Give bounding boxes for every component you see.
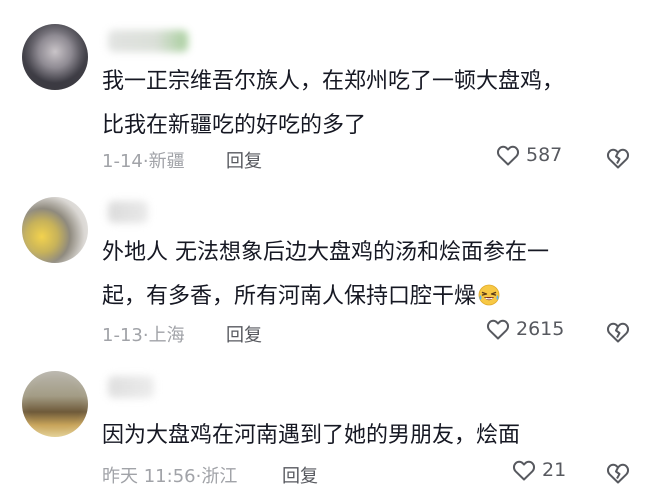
avatar[interactable] bbox=[22, 197, 88, 263]
heart-icon bbox=[486, 319, 510, 340]
broken-heart-icon[interactable] bbox=[606, 321, 630, 343]
comment-text-line: 我一正宗维吾尔族人，在郑州吃了一顿大盘鸡， bbox=[102, 69, 565, 94]
heart-icon bbox=[512, 460, 536, 481]
reply-button[interactable]: 回复 bbox=[226, 321, 262, 347]
comment-text: 我一正宗维吾尔族人，在郑州吃了一顿大盘鸡， 比我在新疆吃的好吃的多了 bbox=[102, 60, 602, 148]
comment-meta: 1-14·新疆 bbox=[102, 151, 185, 172]
avatar[interactable] bbox=[22, 24, 88, 90]
like-count: 21 bbox=[542, 459, 567, 481]
reply-button[interactable]: 回复 bbox=[282, 462, 318, 488]
comment-meta: 昨天 11:56·浙江 bbox=[102, 466, 238, 487]
comment-text-segment: 起，有多香，所有河南人保持口腔干燥 bbox=[102, 284, 477, 309]
comment-meta: 1-13·上海 bbox=[102, 325, 185, 346]
username-blurred[interactable] bbox=[108, 30, 188, 52]
like-count: 587 bbox=[526, 144, 563, 166]
broken-heart-icon[interactable] bbox=[606, 462, 630, 484]
like-button[interactable]: 2615 bbox=[486, 318, 564, 340]
like-count: 2615 bbox=[516, 318, 565, 340]
username-blurred[interactable] bbox=[108, 201, 148, 223]
broken-heart-icon[interactable] bbox=[606, 147, 630, 169]
like-button[interactable]: 587 bbox=[496, 144, 562, 166]
laughing-crying-emoji-icon bbox=[478, 284, 500, 306]
comment-text-line: 因为大盘鸡在河南遇到了她的男朋友，烩面 bbox=[102, 423, 521, 448]
reply-button[interactable]: 回复 bbox=[226, 147, 262, 173]
comment-text: 外地人 无法想象后边大盘鸡的汤和烩面参在一 起，有多香，所有河南人保持口腔干燥 bbox=[102, 231, 602, 319]
comment-text-line: 外地人 无法想象后边大盘鸡的汤和烩面参在一 bbox=[102, 240, 549, 265]
avatar[interactable] bbox=[22, 371, 88, 437]
like-button[interactable]: 21 bbox=[512, 459, 566, 481]
comment-text-line: 起，有多香，所有河南人保持口腔干燥 bbox=[102, 275, 602, 319]
heart-icon bbox=[496, 145, 520, 166]
username-blurred[interactable] bbox=[108, 376, 154, 398]
comment-text: 因为大盘鸡在河南遇到了她的男朋友，烩面 bbox=[102, 414, 602, 458]
comment-text-line: 比我在新疆吃的好吃的多了 bbox=[102, 113, 367, 138]
